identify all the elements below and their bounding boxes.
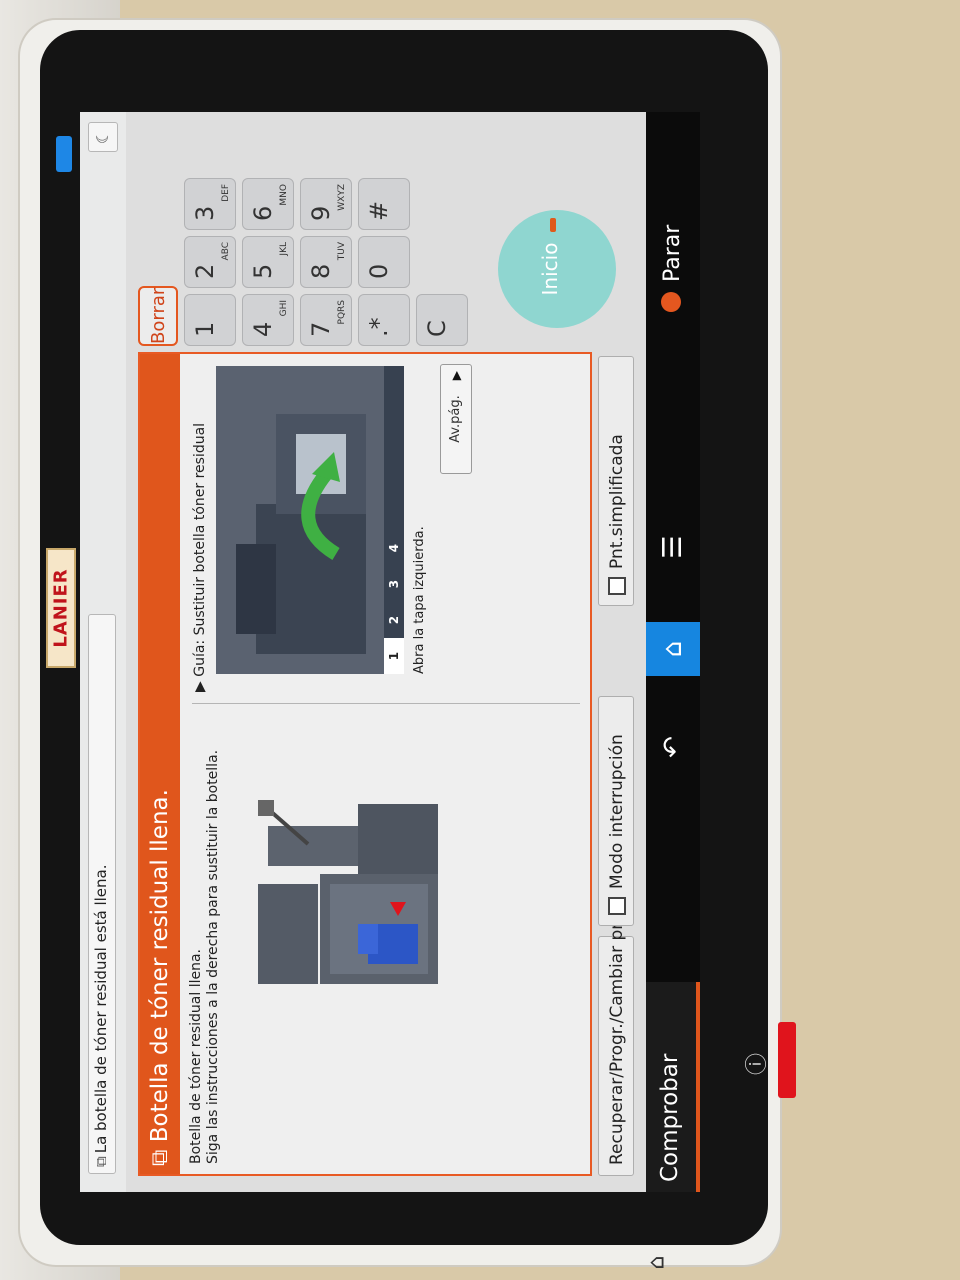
step-indicator: 1 2 3 4 xyxy=(384,366,404,674)
dialog-message: Botella de tóner residual llena. Siga la… xyxy=(188,750,222,1164)
interrupt-mode-label: Modo interrupción xyxy=(607,734,627,889)
back-icon[interactable]: ↶ xyxy=(646,720,700,774)
toner-bottle-icon: ⧉ xyxy=(147,1142,173,1166)
data-in-led xyxy=(56,136,72,172)
key-2[interactable]: 2 ABC xyxy=(184,236,236,288)
info-icon[interactable]: ⓘ xyxy=(739,1053,771,1075)
key-letters: GHI xyxy=(279,300,289,317)
key-digit: 4 xyxy=(249,321,277,337)
key-digit: 1 xyxy=(191,321,219,337)
simplified-screen-label: Pnt.simplificada xyxy=(607,434,627,569)
key-digit: 8 xyxy=(307,263,335,279)
key-4[interactable]: 4 GHI xyxy=(242,294,294,346)
alert-dialog: ⧉ Botella de tóner residual llena. Botel… xyxy=(138,352,592,1176)
stop-icon xyxy=(661,292,681,312)
interrupt-mode-button[interactable]: Modo interrupción xyxy=(598,696,634,926)
key-digit: 5 xyxy=(249,263,277,279)
stop-label: Parar xyxy=(660,224,685,282)
checkbox-icon xyxy=(608,897,626,915)
key-dot-star[interactable]: .* xyxy=(358,294,410,346)
home-icon[interactable]: ⌂ xyxy=(646,622,700,676)
touch-screen: ⧉ La botella de tóner residual está llena… xyxy=(80,112,700,1192)
key-digit: 0 xyxy=(365,263,393,279)
key-digit: 9 xyxy=(307,205,335,221)
next-page-button[interactable]: Av.pág. ▶ xyxy=(440,364,472,474)
key-1[interactable]: 1 xyxy=(184,294,236,346)
key-6[interactable]: 6 MNO xyxy=(242,178,294,230)
key-digit: 2 xyxy=(191,263,219,279)
step-instruction: Abra la tapa izquierda. xyxy=(412,526,427,674)
key-letters: JKL xyxy=(279,242,289,256)
check-status-button[interactable]: Comprobar estado xyxy=(646,982,700,1192)
dialog-message-line2: Siga las instrucciones a la derecha para… xyxy=(205,749,221,1164)
key-0[interactable]: 0 xyxy=(358,236,410,288)
key-hash[interactable]: # xyxy=(358,178,410,230)
step-4: 4 xyxy=(387,543,401,553)
key-digit: 7 xyxy=(307,321,335,337)
key-letters: TUV xyxy=(337,242,347,261)
next-page-label: Av.pág. xyxy=(448,395,463,443)
menu-icon[interactable]: ☰ xyxy=(646,520,700,574)
key-digit: C xyxy=(423,320,451,337)
start-label: Inicio xyxy=(538,242,562,296)
checkbox-icon xyxy=(608,577,626,595)
status-bar: ⧉ La botella de tóner residual está llena… xyxy=(80,112,126,1192)
step-1: 1 xyxy=(384,638,404,674)
key-9[interactable]: 9 WXYZ xyxy=(300,178,352,230)
moon-icon[interactable]: ☾ xyxy=(88,122,118,152)
key-digit: # xyxy=(365,200,393,221)
screen-content: ⧉ La botella de tóner residual está llena… xyxy=(80,112,700,1192)
key-clear-c[interactable]: C xyxy=(416,294,468,346)
navigation-bar: Comprobar estado ↶ ⌂ ☰ Parar xyxy=(646,112,700,1192)
clear-button[interactable]: Borrar xyxy=(138,286,178,346)
brand-logo: LANIER xyxy=(46,548,76,668)
key-letters: ABC xyxy=(221,242,231,261)
status-notice[interactable]: ⧉ La botella de tóner residual está llena… xyxy=(88,614,116,1174)
start-button[interactable]: Inicio xyxy=(498,210,616,328)
key-letters: WXYZ xyxy=(337,184,347,211)
key-letters: PQRS xyxy=(337,300,347,325)
guide-image xyxy=(216,366,384,674)
status-notice-text: La botella de tóner residual está llena. xyxy=(92,864,110,1154)
dialog-title: ⧉ Botella de tóner residual llena. xyxy=(140,354,180,1174)
guide-panel: ▶ Guía: Sustituir botella tóner residual… xyxy=(190,362,580,692)
key-8[interactable]: 8 TUV xyxy=(300,236,352,288)
step-2: 2 xyxy=(387,615,401,625)
key-digit: 3 xyxy=(191,205,219,221)
key-letters: MNO xyxy=(279,184,289,206)
bottom-buttons: Recuperar/Progr./Cambiar progr. Modo int… xyxy=(598,356,634,1176)
dialog-message-line1: Botella de tóner residual llena. xyxy=(188,949,204,1164)
simplified-screen-button[interactable]: Pnt.simplificada xyxy=(598,356,634,606)
arrow-right-icon: ▶ xyxy=(449,371,463,381)
key-digit: .* xyxy=(365,317,393,337)
dialog-divider xyxy=(192,703,580,704)
key-7[interactable]: 7 PQRS xyxy=(300,294,352,346)
brand-text: LANIER xyxy=(50,568,72,648)
guide-title-text: Guía: Sustituir botella tóner residual xyxy=(192,422,208,677)
printer-illustration xyxy=(258,800,438,984)
alert-led xyxy=(778,1022,796,1098)
key-digit: 6 xyxy=(249,205,277,221)
toner-bottle-icon: ⧉ xyxy=(92,1156,110,1167)
start-indicator xyxy=(550,218,556,232)
step-3: 3 xyxy=(387,579,401,589)
recall-program-button[interactable]: Recuperar/Progr./Cambiar progr. xyxy=(598,891,634,1176)
key-5[interactable]: 5 JKL xyxy=(242,236,294,288)
numeric-keypad: Borrar 1 2 ABC 3 DEF 4 GHI 5 JKL 6 MNO 7 PQRS … xyxy=(138,116,498,346)
home-side-icon[interactable]: ⌂ xyxy=(644,1256,669,1270)
dialog-title-text: Botella de tóner residual llena. xyxy=(147,789,173,1143)
key-3[interactable]: 3 DEF xyxy=(184,178,236,230)
key-letters: DEF xyxy=(221,184,231,202)
stop-button[interactable]: Parar xyxy=(646,225,700,312)
guide-title: ▶ Guía: Sustituir botella tóner residual xyxy=(192,422,208,692)
open-left-cover-illustration xyxy=(216,366,384,674)
